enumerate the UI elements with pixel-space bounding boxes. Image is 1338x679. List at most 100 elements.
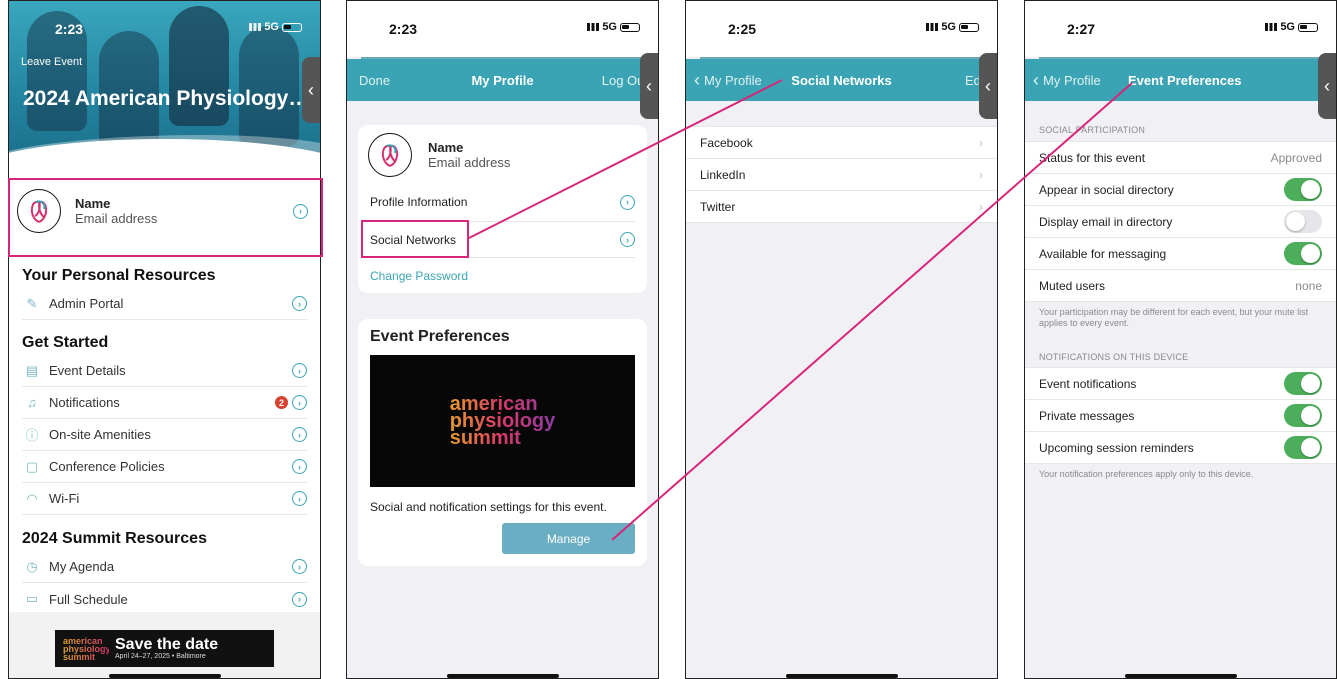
network-label: Facebook <box>700 135 753 150</box>
chevron-right-icon: › <box>292 296 307 311</box>
status-time: 2:23 <box>389 21 418 37</box>
avatar <box>368 133 412 177</box>
participation-note: Your participation may be different for … <box>1039 307 1309 328</box>
home-indicator <box>108 674 221 678</box>
chevron-right-icon: › <box>979 199 983 214</box>
manage-button[interactable]: Manage <box>502 523 635 554</box>
list-item-label: On-site Amenities <box>49 427 151 442</box>
social-participation-list: Status for this event Approved Appear in … <box>1025 141 1336 302</box>
signal-icon: 5G <box>926 21 979 33</box>
available-messaging-toggle[interactable] <box>1284 242 1322 265</box>
profile-name: Name <box>428 140 464 155</box>
list-item-label: Admin Portal <box>49 296 124 311</box>
nav-title: Social Networks <box>791 72 892 88</box>
row-label: Appear in social directory <box>1039 182 1174 197</box>
status-value: Approved <box>1270 150 1322 165</box>
list-item-wifi[interactable]: ◠ Wi-Fi › <box>22 483 307 515</box>
section-header: NOTIFICATIONS ON THIS DEVICE <box>1039 352 1189 362</box>
event-preferences-description: Social and notification settings for thi… <box>370 500 607 514</box>
profile-card: Name Email address Profile Information ›… <box>358 125 647 293</box>
side-panel-tab[interactable]: ‹ <box>302 57 320 123</box>
row-profile-information[interactable]: Profile Information › <box>370 184 635 220</box>
phone-screen-event-preferences: 2:27 5G ‹ My Profile Event Preferences ‹ … <box>1024 0 1337 679</box>
network-label: 5G <box>941 21 956 33</box>
section-heading: Get Started <box>22 334 109 351</box>
phone-screen-home: 2:23 5G Leave Event 2024 American Physio… <box>8 0 321 679</box>
status-time: 2:27 <box>1067 21 1096 37</box>
logo-icon <box>381 144 399 167</box>
profile-email: Email address <box>75 211 158 226</box>
side-panel-tab[interactable]: ‹ <box>979 53 997 119</box>
change-password-link[interactable]: Change Password <box>370 257 635 293</box>
row-session-reminders: Upcoming session reminders <box>1025 432 1336 464</box>
row-muted-users[interactable]: Muted users none <box>1025 270 1336 302</box>
row-status: Status for this event Approved <box>1025 142 1336 174</box>
list-item-conference-policies[interactable]: ▢ Conference Policies › <box>22 451 307 483</box>
notifications-list: Event notifications Private messages Upc… <box>1025 367 1336 464</box>
list-item-facebook[interactable]: Facebook › <box>686 127 997 159</box>
row-event-notifications: Event notifications <box>1025 368 1336 400</box>
social-networks-list: Facebook › LinkedIn › Twitter › <box>686 126 997 223</box>
row-label: Upcoming session reminders <box>1039 440 1194 455</box>
session-reminders-toggle[interactable] <box>1284 436 1322 459</box>
pencil-icon: ✎ <box>26 295 38 311</box>
muted-users-value: none <box>1295 278 1322 293</box>
info-icon: ⓘ <box>25 428 39 443</box>
private-messages-toggle[interactable] <box>1284 404 1322 427</box>
profile-summary[interactable]: Name Email address <box>368 133 635 177</box>
list-item-notifications[interactable]: ♫ Notifications 2 › <box>22 387 307 419</box>
chevron-right-icon: › <box>292 363 307 378</box>
chevron-right-icon: › <box>620 232 635 247</box>
chevron-right-icon: › <box>292 491 307 506</box>
leave-event-link[interactable]: Leave Event <box>21 56 82 68</box>
row-label: Muted users <box>1039 278 1106 293</box>
list-item-twitter[interactable]: Twitter › <box>686 191 997 223</box>
list-item-full-schedule[interactable]: ▭ Full Schedule › <box>22 583 307 615</box>
event-title: 2024 American Physiology Su... <box>23 87 313 110</box>
side-panel-tab[interactable]: ‹ <box>1318 53 1336 119</box>
wifi-icon: ◠ <box>26 490 38 506</box>
home-indicator <box>446 674 559 678</box>
status-bar: 2:23 5G <box>9 1 320 57</box>
back-button[interactable]: ‹ My Profile <box>1033 70 1101 91</box>
list-item-event-details[interactable]: ▤ Event Details › <box>22 355 307 387</box>
list-item-label: Wi-Fi <box>49 491 80 506</box>
back-label: My Profile <box>1043 72 1101 88</box>
display-email-toggle[interactable] <box>1284 210 1322 233</box>
save-the-date-banner[interactable]: american physiology summit Save the date… <box>55 630 274 667</box>
signal-icon: 5G <box>1265 21 1318 33</box>
logo-icon <box>30 200 48 223</box>
appear-in-directory-toggle[interactable] <box>1284 178 1322 201</box>
signal-icon: 5G <box>249 21 302 33</box>
section-header: SOCIAL PARTICIPATION <box>1039 125 1146 135</box>
row-social-networks[interactable]: Social Networks › <box>370 221 635 257</box>
avatar <box>17 189 61 233</box>
list-item-label: Conference Policies <box>49 459 165 474</box>
chevron-right-icon: › <box>293 203 308 219</box>
list-item-onsite-amenities[interactable]: ⓘ On-site Amenities › <box>22 419 307 451</box>
list-item-linkedin[interactable]: LinkedIn › <box>686 159 997 191</box>
list-item-label: My Agenda <box>49 559 115 574</box>
status-time: 2:25 <box>728 21 757 37</box>
banner-dates: April 24–27, 2025 • Baltimore <box>115 653 206 660</box>
row-label: Private messages <box>1039 408 1135 423</box>
profile-card[interactable]: Name Email address › <box>17 189 308 233</box>
event-logo-image: american physiology summit <box>370 355 635 487</box>
row-private-messages: Private messages <box>1025 400 1336 432</box>
list-item-my-agenda[interactable]: ◷ My Agenda › <box>22 551 307 583</box>
list-item-admin-portal[interactable]: ✎ Admin Portal › <box>22 288 307 320</box>
event-preferences-card: Event Preferences american physiology su… <box>358 319 647 566</box>
document-icon: ▢ <box>25 458 39 474</box>
signal-icon: 5G <box>587 21 640 33</box>
list-item-label: Notifications <box>49 395 120 410</box>
profile-email: Email address <box>428 155 511 170</box>
network-label: 5G <box>1280 21 1295 33</box>
chevron-right-icon: › <box>292 395 307 410</box>
nav-title: Event Preferences <box>1128 72 1242 88</box>
row-available-messaging: Available for messaging <box>1025 238 1336 270</box>
nav-bar: Done My Profile Log Out <box>347 59 658 101</box>
side-panel-tab[interactable]: ‹ <box>640 53 658 119</box>
bell-icon: ♫ <box>27 395 37 410</box>
event-notifications-toggle[interactable] <box>1284 372 1322 395</box>
chevron-right-icon: › <box>292 459 307 474</box>
